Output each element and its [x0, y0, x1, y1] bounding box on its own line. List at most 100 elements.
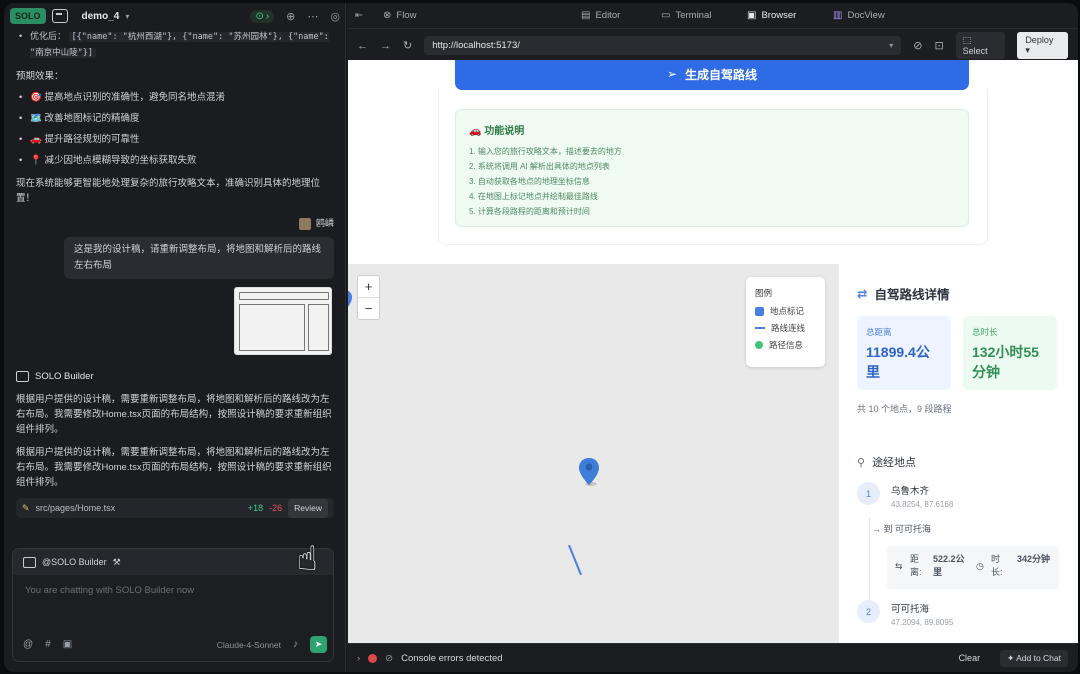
- zoom-control: + −: [357, 275, 380, 320]
- info-item: 5. 计算各段路程的距离和预计时间: [469, 207, 590, 216]
- stop-name: 乌鲁木齐: [891, 486, 930, 497]
- route-icon: ⇄: [857, 287, 868, 301]
- send-button[interactable]: ➤: [310, 636, 327, 653]
- route-line: [568, 544, 582, 576]
- seg-dist-label: 距离:: [910, 554, 922, 577]
- back-icon[interactable]: ←: [357, 40, 368, 52]
- mention-icon[interactable]: @: [23, 639, 33, 650]
- stop-number: 1: [857, 482, 880, 505]
- flow-icon: ⊗: [383, 10, 392, 21]
- tab-terminal[interactable]: ▭ Terminal: [661, 10, 711, 21]
- legend-item: 路径信息: [755, 339, 816, 351]
- tab-docview[interactable]: ▥ DocView: [833, 10, 885, 21]
- generate-label: 生成自驾路线: [685, 67, 758, 82]
- tab-flow[interactable]: ⊗ Flow: [383, 10, 416, 21]
- error-icon: [368, 653, 378, 663]
- url-input[interactable]: http://localhost:5173/ ▾: [424, 36, 902, 55]
- sidebar-toggle-icon[interactable]: [51, 9, 68, 23]
- forward-icon[interactable]: →: [380, 40, 391, 52]
- details-header: ⇄ 自驾路线详情: [857, 284, 950, 303]
- chat-history: 优化后： [{"name": "杭州西湖"}, {"name": "苏州园林"}…: [4, 29, 346, 544]
- file-path[interactable]: src/pages/Home.tsx: [36, 501, 116, 516]
- chevron-right-icon[interactable]: ›: [357, 653, 360, 664]
- review-button[interactable]: Review: [288, 498, 328, 518]
- design-attachment-image[interactable]: [234, 287, 332, 355]
- map-legend: 图例 地点标记 路线连线 路径信息: [746, 277, 825, 367]
- more-icon[interactable]: ⋯: [307, 10, 318, 23]
- chevron-right-icon: ›: [265, 10, 270, 22]
- tab-label: DocView: [847, 10, 885, 21]
- tab-label: Browser: [761, 10, 797, 21]
- arrow-right-icon: →: [872, 524, 881, 534]
- bot-icon: [16, 371, 29, 382]
- app-window: SOLO demo_4 ▾ ⊙› ⊕ ⋯ ◎ 优化后： [{"name": "杭…: [4, 3, 1078, 672]
- tab-browser[interactable]: ▣ Browser: [747, 10, 796, 21]
- list-item: 🚗 提升路径规划的可靠性: [16, 132, 334, 147]
- stop-name: 可可托海: [891, 604, 930, 615]
- effects-title: 预期效果：: [16, 71, 64, 82]
- clear-button[interactable]: Clear: [959, 653, 981, 663]
- zoom-in-button[interactable]: +: [358, 276, 379, 298]
- devices-icon[interactable]: ⊡: [934, 39, 943, 52]
- cursor-icon: ⬚: [962, 35, 972, 45]
- total-distance-card: 总距离 11899.4公里: [857, 316, 951, 390]
- browser-toolbar: ← → ↻ http://localhost:5173/ ▾ ⊘ ⊡ ⬚ Sele…: [347, 31, 1078, 60]
- info-item: 3. 自动获取各地点的地理坐标信息: [469, 177, 590, 186]
- total-time-card: 总时长 132小时55分钟: [963, 316, 1057, 390]
- stat-value: 132小时55分钟: [972, 344, 1039, 380]
- model-selector[interactable]: Claude-4-Sonnet: [217, 640, 281, 650]
- via-header: ⚲ 途经地点: [857, 454, 916, 470]
- code-line: 优化后： [{"name": "杭州西湖"}, {"name": "苏州园林"}…: [16, 29, 334, 61]
- zoom-out-button[interactable]: −: [358, 298, 379, 320]
- line-swatch: [755, 327, 765, 329]
- chevron-down-icon[interactable]: ▾: [889, 41, 893, 50]
- seg-time-label: 时长:: [991, 554, 1003, 577]
- user-name: 鸥嶙: [315, 218, 334, 228]
- changed-file-row[interactable]: ✎ src/pages/Home.tsx +18 -26 Review: [16, 498, 334, 518]
- tools-icon[interactable]: ⚒: [113, 557, 121, 568]
- chevron-down-icon: ▾: [1025, 45, 1030, 55]
- map-view[interactable]: + − 图例 地点标记 路线连线 路径信息: [348, 264, 838, 643]
- select-label: Select: [962, 46, 988, 56]
- compass-icon[interactable]: ⊘: [913, 39, 922, 52]
- browser-icon: ▣: [747, 10, 757, 21]
- select-button[interactable]: ⬚ Select: [955, 32, 1006, 59]
- chevron-down-icon[interactable]: ▾: [125, 12, 129, 21]
- reload-icon[interactable]: ↻: [403, 39, 412, 52]
- info-item: 1. 输入您的旅行攻略文本，描述要去的地方: [469, 147, 622, 156]
- collapse-icon[interactable]: ⇤: [355, 10, 363, 21]
- image-icon[interactable]: ▣: [63, 639, 72, 650]
- panel-tabs: ⇤ ⊗ Flow ▤ Editor ▭ Terminal ▣ Browser ▥ DocV…: [347, 3, 1078, 29]
- tab-editor[interactable]: ▤ Editor: [581, 10, 620, 21]
- add-to-chat-button[interactable]: ✦ Add to Chat: [1000, 649, 1068, 667]
- mic-icon[interactable]: ♪: [293, 639, 298, 650]
- stop-number: 2: [857, 600, 880, 623]
- clock-icon: ◷: [976, 561, 984, 571]
- console-message[interactable]: Console errors detected: [401, 653, 502, 664]
- bot-reply: 根据用户提供的设计稿，需要重新调整布局，将地图和解析后的路线改为左右布局。我需要…: [16, 447, 332, 488]
- to-next-stop: → 到 可可托海: [872, 522, 931, 535]
- docview-icon: ▥: [833, 10, 843, 21]
- to-label: 到 可可托海: [883, 524, 932, 534]
- map-pin-icon[interactable]: [578, 457, 600, 487]
- info-item: 4. 在地图上标记地点并绘制最佳路线: [469, 192, 598, 201]
- file-edit-icon: ✎: [22, 502, 30, 513]
- deploy-button[interactable]: Deploy ▾: [1017, 32, 1068, 59]
- info-title: 🚗 功能说明: [469, 126, 525, 137]
- list-item: 📍 减少因地点模糊导致的坐标获取失败: [16, 153, 334, 168]
- send-icon: ➢: [666, 67, 678, 81]
- history-icon[interactable]: ⊕: [286, 10, 295, 23]
- agent-selector[interactable]: @SOLO Builder ⚒: [13, 549, 333, 575]
- legend-label: 地点标记: [770, 306, 805, 316]
- user-header: 鸥嶙: [16, 216, 334, 231]
- project-name[interactable]: demo_4: [82, 11, 120, 22]
- code-snippet: [{"name": "杭州西湖"}, {"name": "苏州园林"}, {"n…: [30, 32, 329, 58]
- list-item: 🗺️ 改善地图标记的精确度: [16, 111, 334, 126]
- solo-badge[interactable]: SOLO: [10, 8, 46, 24]
- chat-input[interactable]: You are chatting with SOLO Builder now: [13, 575, 333, 606]
- hash-icon[interactable]: #: [45, 639, 51, 650]
- generate-route-button[interactable]: ➢ 生成自驾路线: [455, 60, 969, 90]
- run-button[interactable]: ⊙ ›: [250, 9, 275, 23]
- account-icon[interactable]: ◎: [330, 10, 340, 23]
- feature-info-box: 🚗 功能说明 1. 输入您的旅行攻略文本，描述要去的地方 2. 系统将调用 AI…: [455, 109, 969, 227]
